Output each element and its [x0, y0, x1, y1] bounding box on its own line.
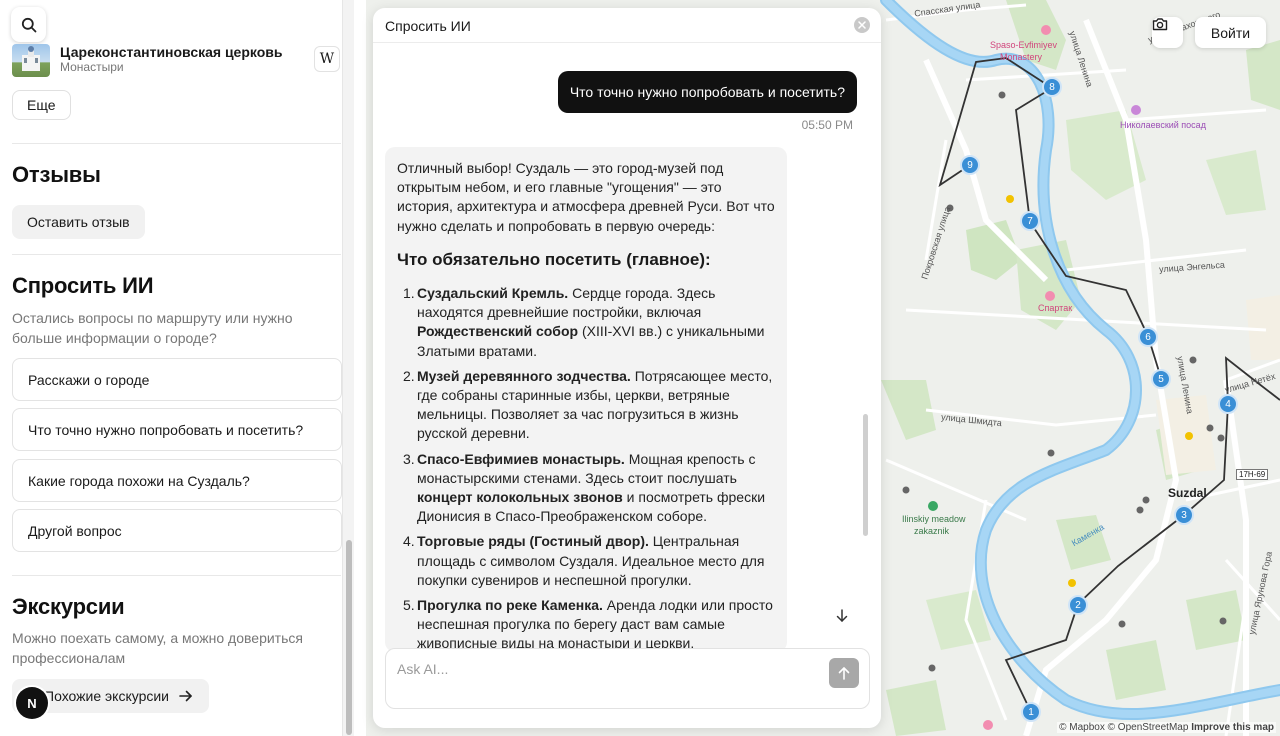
ai-chat-panel: Спросить ИИ Что точно нужно попробовать …: [373, 8, 881, 728]
list-item-title: Торговые ряды (Гостиный двор).: [417, 533, 649, 550]
ask-ai-title: Спросить ИИ: [12, 273, 154, 298]
chat-input-box: [385, 648, 870, 709]
ask-ai-description: Остались вопросы по маршруту или нужно б…: [12, 310, 293, 346]
list-item: 5. Прогулка по реке Каменка. Аренда лодки…: [397, 596, 775, 652]
route-marker-number: 6: [1145, 331, 1151, 343]
excursions-title: Экскурсии: [12, 594, 125, 619]
list-item-highlight: Рождественский собор: [417, 323, 579, 340]
close-icon: [858, 21, 866, 29]
ai-panel-title: Спросить ИИ: [385, 18, 471, 34]
route-marker-number: 8: [1049, 81, 1055, 93]
similar-excursions-label: Похожие экскурсии: [44, 688, 170, 704]
search-icon: [21, 17, 36, 32]
list-item: 3. Спасо-Евфимиев монастырь. Мощная крепо…: [397, 450, 775, 527]
list-number: 4.: [403, 533, 415, 550]
leave-review-button[interactable]: Оставить отзыв: [12, 205, 145, 239]
mapbox-link[interactable]: © Mapbox: [1059, 722, 1105, 733]
park-label: zakaznik: [914, 526, 950, 536]
route-marker-number: 3: [1181, 509, 1187, 521]
other-question-button[interactable]: Другой вопрос: [12, 509, 342, 552]
list-item: 1. Суздальский Кремль. Сердце города. Зде…: [397, 284, 775, 361]
reviews-title: Отзывы: [12, 162, 101, 187]
list-number: 3.: [403, 450, 415, 467]
chat-scrollbar-thumb[interactable]: [863, 414, 868, 536]
divider: [12, 254, 341, 255]
list-number: 1.: [403, 285, 415, 302]
search-button[interactable]: [11, 7, 46, 42]
route-marker-number: 4: [1225, 398, 1231, 410]
send-button[interactable]: [829, 658, 859, 688]
screenshot-button[interactable]: [1152, 17, 1183, 48]
list-item: 4. Торговые ряды (Гостиный двор). Централ…: [397, 532, 775, 590]
poi-label: Спартак: [1038, 303, 1073, 313]
sidebar-scrollbar-thumb[interactable]: [346, 540, 352, 735]
list-item-highlight: концерт колокольных звонов: [417, 489, 623, 506]
message-timestamp: 05:50 PM: [801, 118, 853, 132]
route-marker-number: 7: [1027, 215, 1033, 227]
camera-icon: [1152, 18, 1168, 31]
ai-panel-header: Спросить ИИ: [373, 8, 881, 43]
list-item-title: Спасо-Евфимиев монастырь.: [417, 450, 625, 467]
close-button[interactable]: [854, 17, 870, 33]
church-thumbnail: [12, 44, 50, 77]
list-item-title: Прогулка по реке Каменка.: [417, 597, 603, 614]
divider: [12, 575, 341, 576]
arrow-right-icon: [179, 690, 192, 702]
list-number: 5.: [403, 597, 415, 614]
sidebar: Цареконстантиновская церковь Монастыри W…: [0, 0, 354, 736]
ai-answer-intro: Отличный выбор! Суздаль — это город-музе…: [397, 160, 775, 234]
poi-label: Spaso-Evfimiyev: [990, 40, 1058, 50]
route-marker[interactable]: 4: [1218, 394, 1238, 414]
route-marker-number: 2: [1075, 599, 1081, 611]
question-button[interactable]: Расскажи о городе: [12, 358, 342, 401]
more-button[interactable]: Еще: [12, 90, 71, 120]
arrow-down-icon: [836, 609, 848, 622]
user-message: Что точно нужно попробовать и посетить?: [557, 71, 857, 113]
route-marker-number: 5: [1158, 373, 1164, 385]
wikipedia-icon[interactable]: W: [314, 46, 340, 72]
poi-label: Николаевский посад: [1120, 120, 1206, 130]
login-button[interactable]: Войти: [1195, 17, 1266, 48]
ai-answer-list: 1. Суздальский Кремль. Сердце города. Зде…: [397, 284, 775, 652]
city-label: Suzdal: [1168, 486, 1207, 500]
scroll-to-bottom-button[interactable]: [832, 606, 852, 626]
route-marker[interactable]: 9: [960, 155, 980, 175]
route-marker-number: 9: [967, 159, 973, 171]
route-marker[interactable]: 7: [1020, 211, 1040, 231]
question-button[interactable]: Какие города похожи на Суздаль?: [12, 459, 342, 502]
route-marker[interactable]: 3: [1174, 505, 1194, 525]
list-item: 2. Музей деревянного зодчества. Потрясающ…: [397, 367, 775, 444]
excursions-description: Можно поехать самому, а можно довериться…: [12, 630, 303, 666]
arrow-up-icon: [838, 667, 850, 680]
improve-map-link[interactable]: Improve this map: [1191, 722, 1274, 733]
poi-type: Монастыри: [60, 60, 124, 74]
route-marker[interactable]: 2: [1068, 595, 1088, 615]
poi-list-item[interactable]: Цареконстантиновская церковь Монастыри W: [12, 44, 342, 80]
route-marker[interactable]: 5: [1151, 369, 1171, 389]
route-marker[interactable]: 6: [1138, 327, 1158, 347]
sidebar-scrollbar[interactable]: [342, 0, 354, 736]
poi-label: Monastery: [1000, 52, 1043, 62]
dev-badge[interactable]: N: [16, 687, 48, 719]
ai-answer: Отличный выбор! Суздаль — это город-музе…: [385, 147, 787, 652]
map-attribution: © Mapbox © OpenStreetMap Improve this ma…: [1057, 722, 1276, 733]
route-marker[interactable]: 1: [1021, 702, 1041, 722]
osm-link[interactable]: © OpenStreetMap: [1108, 722, 1189, 733]
chat-input[interactable]: [397, 661, 817, 677]
route-marker-number: 1: [1028, 706, 1034, 718]
poi-name: Цареконстантиновская церковь: [60, 44, 283, 60]
list-item-title: Суздальский Кремль.: [417, 285, 569, 302]
ai-answer-heading: Что обязательно посетить (главное):: [397, 249, 711, 269]
route-marker[interactable]: 8: [1042, 77, 1062, 97]
list-number: 2.: [403, 367, 415, 384]
road-badge: 17Н-69: [1236, 469, 1269, 480]
list-item-title: Музей деревянного зодчества.: [417, 367, 631, 384]
divider: [12, 143, 341, 144]
park-label: Ilinskiy meadow: [902, 514, 966, 524]
question-button[interactable]: Что точно нужно попробовать и посетить?: [12, 408, 342, 451]
